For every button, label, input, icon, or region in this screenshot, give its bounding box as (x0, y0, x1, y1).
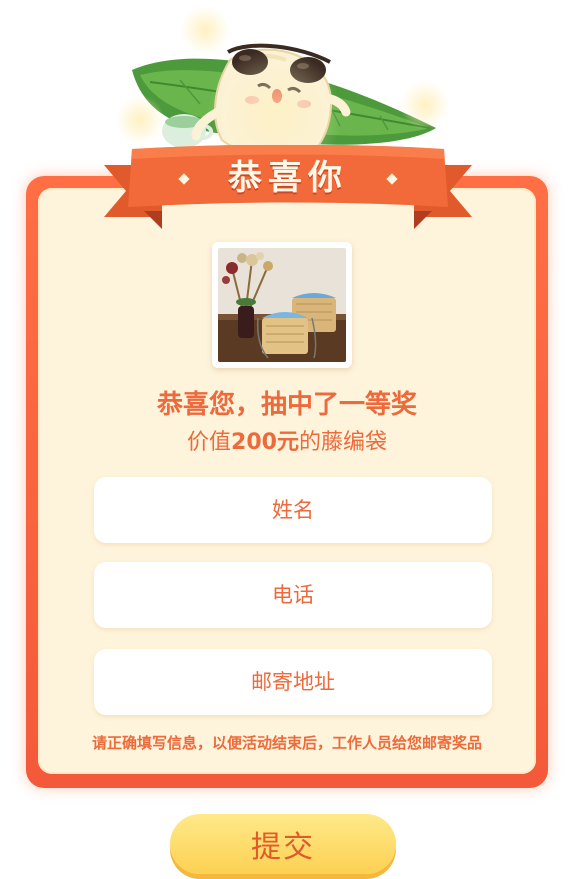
prize-value: 价值200元的藤编袋 (38, 424, 536, 456)
address-input[interactable] (94, 648, 492, 716)
prize-image-frame (212, 242, 352, 368)
submit-button[interactable]: 提交 (170, 814, 396, 874)
phone-input[interactable] (94, 561, 492, 629)
rattan-bag-photo-icon (218, 248, 346, 362)
form-notice: 请正确填写信息，以便活动结束后，工作人员给您邮寄奖品 (91, 734, 482, 752)
prize-title: 恭喜您，抽中了一等奖 (156, 390, 417, 420)
prize-value-suffix: 的藤编袋 (298, 430, 387, 455)
phone-field (94, 561, 492, 629)
prize-value-prefix: 价值 (187, 430, 232, 455)
address-field (94, 648, 492, 716)
prize-value-amount: 200元 (231, 430, 299, 455)
banner-title: 恭喜你 (228, 158, 348, 198)
name-field (94, 476, 492, 544)
name-input[interactable] (94, 476, 492, 544)
